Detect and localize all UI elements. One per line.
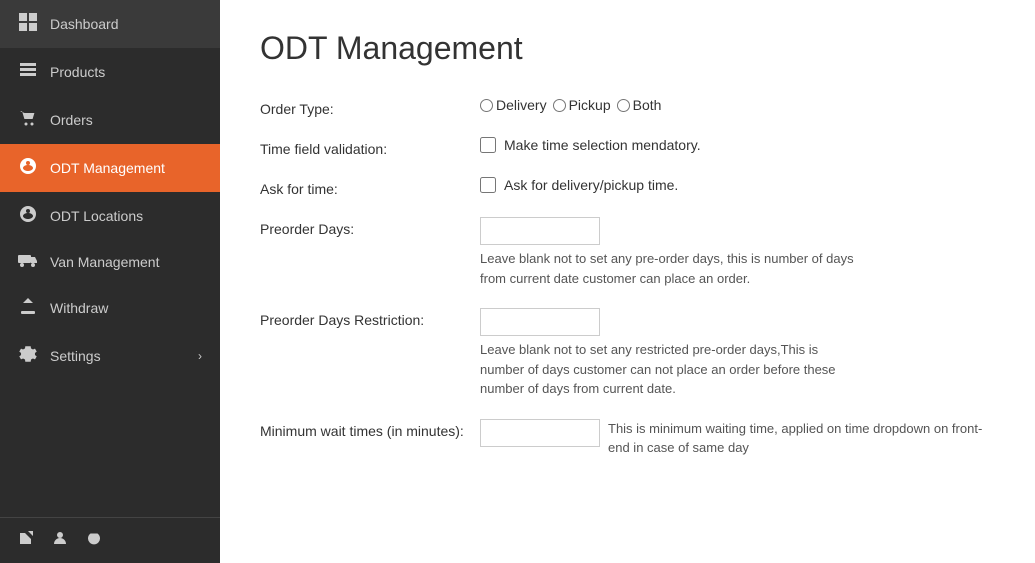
sidebar-item-products[interactable]: Products	[0, 48, 220, 96]
preorder-days-restriction-help-block: Leave blank not to set any restricted pr…	[480, 340, 860, 399]
sidebar-item-label: Orders	[50, 112, 202, 128]
sidebar-item-odt-management[interactable]: ODT Management	[0, 144, 220, 192]
preorder-days-label: Preorder Days:	[260, 217, 480, 237]
preorder-days-help-block: Leave blank not to set any pre-order day…	[480, 249, 860, 288]
power-icon[interactable]	[86, 530, 102, 551]
page-title: ODT Management	[260, 30, 995, 67]
sidebar-item-settings[interactable]: Settings ›	[0, 332, 220, 380]
sidebar-item-van-management[interactable]: Van Management	[0, 240, 220, 284]
odt-management-icon	[18, 157, 38, 179]
main-content: ODT Management Order Type: Delivery Pick…	[220, 0, 1035, 563]
minimum-wait-times-value: This is minimum waiting time, applied on…	[480, 419, 995, 458]
preorder-days-input-line	[480, 217, 995, 245]
time-field-validation-row: Time field validation: Make time selecti…	[260, 137, 995, 157]
time-field-validation-value: Make time selection mendatory.	[480, 137, 995, 153]
sidebar-item-label: ODT Locations	[50, 208, 202, 224]
preorder-days-restriction-value: Leave blank not to set any restricted pr…	[480, 308, 995, 399]
order-type-label: Order Type:	[260, 97, 480, 117]
preorder-days-restriction-input-line	[480, 308, 995, 336]
preorder-days-restriction-input[interactable]	[480, 308, 600, 336]
order-type-value: Delivery Pickup Both	[480, 97, 995, 113]
odt-management-form: Order Type: Delivery Pickup Both	[260, 97, 995, 458]
sidebar-item-withdraw[interactable]: Withdraw	[0, 284, 220, 332]
sidebar-item-label: ODT Management	[50, 160, 202, 176]
sidebar-item-orders[interactable]: Orders	[0, 96, 220, 144]
sidebar-item-label: Dashboard	[50, 16, 202, 32]
sidebar: Dashboard Products Orders ODT Management	[0, 0, 220, 563]
time-field-validation-checkbox[interactable]	[480, 137, 496, 153]
time-field-validation-checkbox-label: Make time selection mendatory.	[504, 137, 701, 153]
sidebar-item-odt-locations[interactable]: ODT Locations	[0, 192, 220, 240]
ask-for-time-value: Ask for delivery/pickup time.	[480, 177, 995, 193]
radio-pickup-label: Pickup	[569, 97, 611, 113]
user-icon[interactable]	[52, 530, 68, 551]
minimum-wait-times-help: This is minimum waiting time, applied on…	[608, 419, 995, 458]
orders-icon	[18, 109, 38, 131]
ask-for-time-row: Ask for time: Ask for delivery/pickup ti…	[260, 177, 995, 197]
radio-delivery[interactable]: Delivery	[480, 97, 547, 113]
ask-for-time-checkbox-label: Ask for delivery/pickup time.	[504, 177, 678, 193]
sidebar-item-label: Settings	[50, 348, 186, 364]
ask-for-time-checkbox-row[interactable]: Ask for delivery/pickup time.	[480, 177, 995, 193]
radio-both-input[interactable]	[617, 99, 630, 112]
sidebar-item-label: Withdraw	[50, 300, 202, 316]
products-icon	[18, 61, 38, 83]
sidebar-item-label: Products	[50, 64, 202, 80]
ask-for-time-label: Ask for time:	[260, 177, 480, 197]
minimum-wait-times-input-line: This is minimum waiting time, applied on…	[480, 419, 995, 458]
van-management-icon	[18, 253, 38, 271]
dashboard-icon	[18, 13, 38, 35]
settings-icon	[18, 345, 38, 367]
withdraw-icon	[18, 297, 38, 319]
ask-for-time-checkbox[interactable]	[480, 177, 496, 193]
minimum-wait-times-row: Minimum wait times (in minutes): This is…	[260, 419, 995, 458]
radio-pickup[interactable]: Pickup	[553, 97, 611, 113]
sidebar-bottom	[0, 517, 220, 563]
radio-delivery-label: Delivery	[496, 97, 547, 113]
time-field-validation-label: Time field validation:	[260, 137, 480, 157]
radio-both[interactable]: Both	[617, 97, 662, 113]
radio-delivery-input[interactable]	[480, 99, 493, 112]
external-link-icon[interactable]	[18, 530, 34, 551]
preorder-days-row: Preorder Days: Leave blank not to set an…	[260, 217, 995, 288]
order-type-row: Order Type: Delivery Pickup Both	[260, 97, 995, 117]
order-type-radio-group: Delivery Pickup Both	[480, 97, 995, 113]
preorder-days-restriction-row: Preorder Days Restriction: Leave blank n…	[260, 308, 995, 399]
preorder-days-restriction-label: Preorder Days Restriction:	[260, 308, 480, 328]
preorder-days-value: Leave blank not to set any pre-order day…	[480, 217, 995, 288]
sidebar-item-dashboard[interactable]: Dashboard	[0, 0, 220, 48]
odt-locations-icon	[18, 205, 38, 227]
preorder-days-input[interactable]	[480, 217, 600, 245]
settings-chevron-icon: ›	[198, 349, 202, 363]
time-field-validation-checkbox-row[interactable]: Make time selection mendatory.	[480, 137, 995, 153]
radio-both-label: Both	[633, 97, 662, 113]
sidebar-item-label: Van Management	[50, 254, 202, 270]
radio-pickup-input[interactable]	[553, 99, 566, 112]
minimum-wait-times-label: Minimum wait times (in minutes):	[260, 419, 480, 439]
minimum-wait-times-input[interactable]	[480, 419, 600, 447]
